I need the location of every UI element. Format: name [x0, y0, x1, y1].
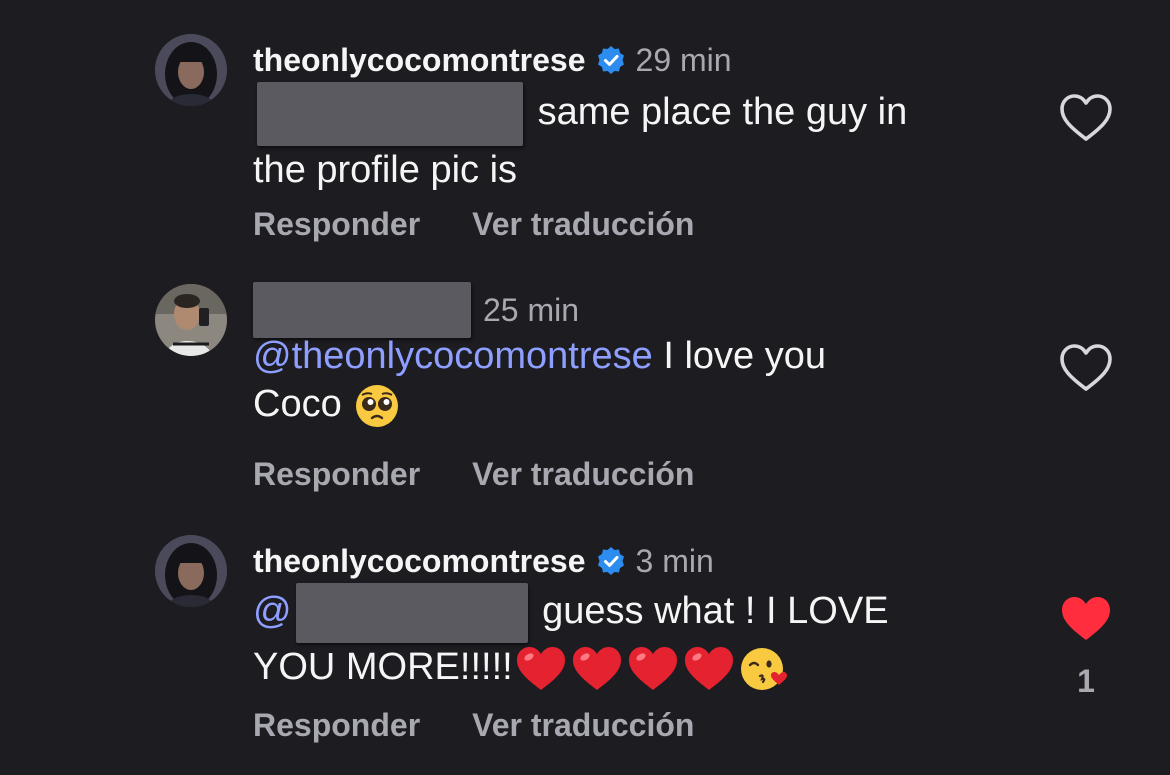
pleading-face-emoji [356, 384, 399, 427]
redacted-mention [257, 82, 523, 146]
verified-badge-icon [597, 46, 624, 74]
avatar-image [155, 284, 227, 356]
mention-link[interactable] [253, 82, 527, 146]
verified-badge-icon [597, 547, 624, 575]
comment-text-line1: guess what ! I LOVE [542, 590, 889, 633]
avatar[interactable] [155, 535, 227, 607]
face-blowing-kiss-emoji [740, 647, 787, 690]
heart-outline-icon[interactable] [1058, 342, 1114, 394]
comment-text-line2: the profile pic is [253, 149, 518, 191]
comment-text-line2: YOU MORE!!!!! [253, 646, 513, 688]
see-translation-button[interactable]: Ver traducción [472, 206, 694, 243]
mention-link[interactable]: @theonlycocomontrese [253, 335, 653, 377]
comment-text-line1: I love you [652, 335, 826, 377]
mention-link[interactable]: @ [253, 583, 532, 643]
comment-actions: Responder Ver traducción [253, 456, 694, 493]
avatar-image [155, 535, 227, 607]
red-heart-emoji [516, 646, 565, 690]
like-count: 1 [1077, 663, 1095, 699]
comment-header: theonlycocomontrese 29 min [253, 38, 732, 82]
redacted-username [253, 282, 471, 338]
avatar-image [155, 34, 227, 106]
see-translation-button[interactable]: Ver traducción [472, 707, 694, 744]
redacted-mention [295, 583, 528, 643]
comment-text-line1: same place the guy in [537, 91, 908, 134]
avatar[interactable] [155, 34, 227, 106]
comment-header: 25 min [253, 282, 580, 338]
comment-item: theonlycocomontrese 3 min @ guess what !… [0, 535, 1170, 775]
username[interactable]: theonlycocomontrese [253, 543, 586, 580]
comment-timestamp: 25 min [483, 291, 580, 328]
comment-header: theonlycocomontrese 3 min [253, 539, 714, 583]
comment-actions: Responder Ver traducción [253, 206, 694, 243]
comment-text: @theonlycocomontrese I love you Coco [253, 332, 973, 429]
see-translation-button[interactable]: Ver traducción [472, 456, 694, 493]
heart-filled-icon[interactable] [1058, 593, 1114, 645]
comment-text-line2: Coco [253, 383, 342, 425]
comment-text: same place the guy in the profile pic is [253, 82, 973, 194]
red-heart-emoji [572, 646, 621, 690]
avatar[interactable] [155, 284, 227, 356]
red-heart-emoji [684, 646, 733, 690]
comment-text: @ guess what ! I LOVE YOU MORE!!!!! [253, 583, 973, 693]
reply-button[interactable]: Responder [253, 707, 420, 744]
username[interactable]: theonlycocomontrese [253, 42, 586, 79]
comment-timestamp: 3 min [635, 542, 714, 579]
reply-button[interactable]: Responder [253, 456, 420, 493]
heart-outline-icon[interactable] [1058, 92, 1114, 144]
red-heart-emoji [628, 646, 677, 690]
reply-button[interactable]: Responder [253, 206, 420, 243]
comment-item: theonlycocomontrese 29 min same place th… [0, 34, 1170, 274]
comment-item: 25 min @theonlycocomontrese I love you C… [0, 282, 1170, 524]
mention-at-sign: @ [253, 590, 292, 633]
comment-actions: Responder Ver traducción [253, 707, 694, 744]
comment-timestamp: 29 min [635, 41, 732, 78]
